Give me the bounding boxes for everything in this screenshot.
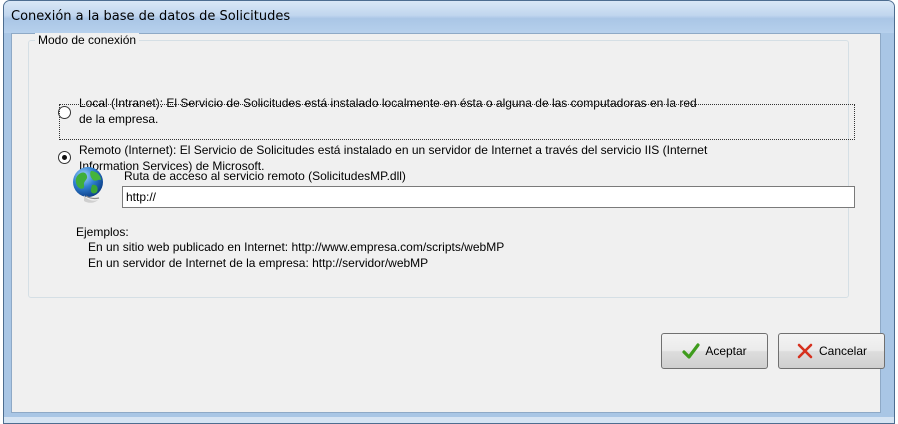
window-title: Conexión a la base de datos de Solicitud… [11,9,291,24]
connection-mode-label: Modo de conexión [35,33,140,47]
example-line-public: En un sitio web publicado en Internet: h… [88,240,505,254]
example-line-internal: En un servidor de Internet de la empresa… [88,256,429,270]
remote-path-label: Ruta de acceso al servicio remoto (Solic… [124,169,406,183]
globe-icon [73,167,103,203]
radio-remote[interactable] [58,151,71,164]
cancel-button[interactable]: Cancelar [778,333,885,369]
check-icon [682,343,700,359]
accept-button[interactable]: Aceptar [661,333,768,369]
accept-button-label: Aceptar [705,344,747,358]
focus-rectangle [59,104,855,140]
title-bar[interactable]: Conexión a la base de datos de Solicitud… [4,1,894,33]
remote-path-input[interactable] [122,186,855,208]
option-remote-line1: Remoto (Internet): El Servicio de Solici… [79,143,708,157]
x-icon [797,343,813,359]
window-bottom-frame [4,417,894,423]
examples-heading: Ejemplos: [76,225,129,239]
cancel-button-label: Cancelar [818,344,868,358]
